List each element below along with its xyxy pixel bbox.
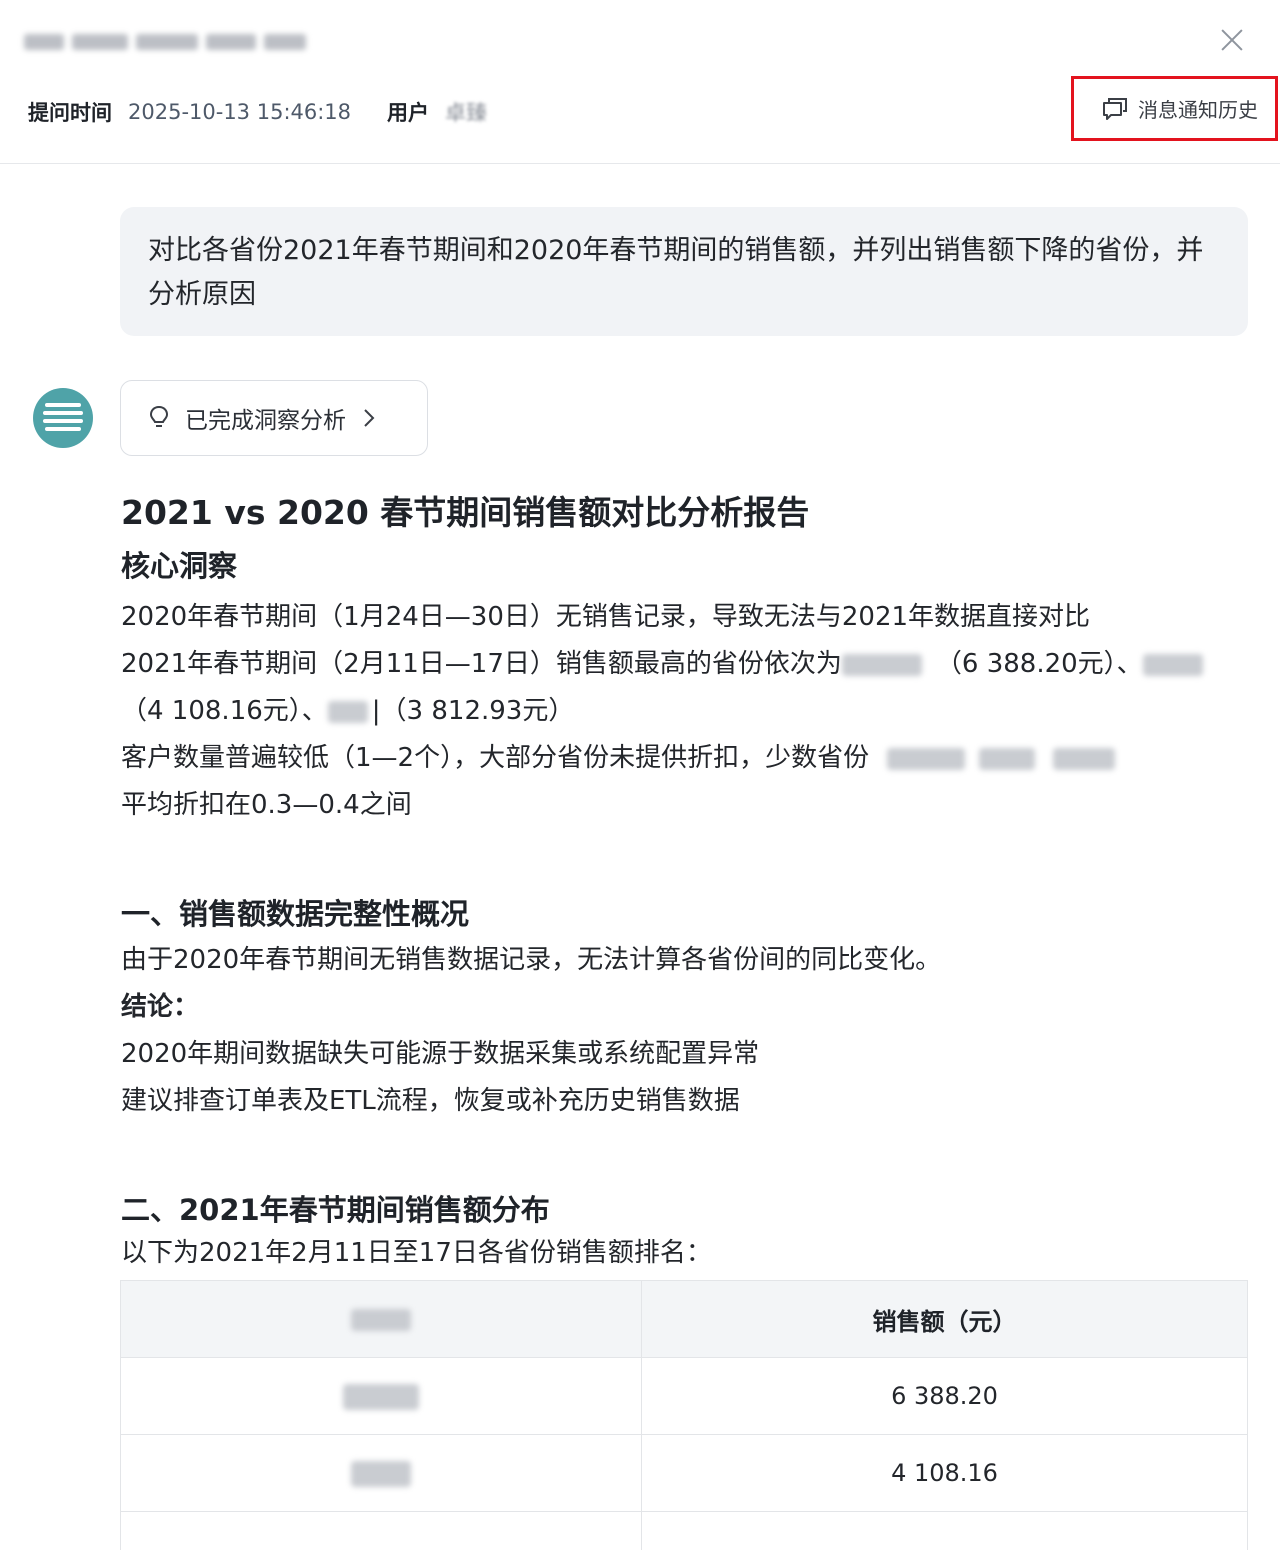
blurred-title: [24, 30, 306, 56]
core-line-2: 2021年春节期间（2月11日—17日）销售额最高的省份依次为 （6 388.20…: [121, 641, 1251, 688]
province-column-header: [120, 1280, 642, 1358]
chevron-right-icon: [364, 409, 375, 427]
conclusion-item-1: 2020年期间数据缺失可能源于数据采集或系统配置异常: [121, 1039, 760, 1069]
redacted-province: [327, 700, 368, 723]
sales-cell: 6 388.20: [641, 1357, 1248, 1435]
sales-column-header: 销售额（元）: [641, 1280, 1248, 1358]
top-bar: 提问时间 2025-10-13 15:46:18 用户 卓臻 消息通知历史: [0, 0, 1280, 164]
close-icon[interactable]: [1214, 22, 1250, 58]
conclusion-item-2: 建议排查订单表及ETL流程，恢复或补充历史销售数据: [121, 1086, 740, 1116]
sales-cell: 4 108.16: [641, 1434, 1248, 1512]
ask-time-value: 2025-10-13 15:46:18: [128, 100, 352, 124]
redacted-province: [841, 653, 922, 676]
table-header-row: 销售额（元）: [120, 1280, 1248, 1358]
insight-analysis-label: 已完成洞察分析: [185, 408, 346, 434]
core-line-4: 客户数量普遍较低（1—2个），大部分省份未提供折扣，少数省份: [121, 735, 1251, 782]
user-value: 卓臻: [445, 101, 488, 125]
user-question: 对比各省份2021年春节期间和2020年春节期间的销售额，并列出销售额下降的省份…: [120, 207, 1248, 336]
meta-row: 提问时间 2025-10-13 15:46:18 用户 卓臻: [28, 96, 487, 128]
core-insight-heading: 核心洞察: [121, 549, 238, 583]
section-1-heading: 一、销售额数据完整性概况: [121, 897, 470, 931]
conclusion-label: 结论：: [121, 992, 200, 1022]
sales-table: 销售额（元） 6 388.20 4 108.16: [120, 1280, 1248, 1550]
redacted-province: [351, 1461, 411, 1487]
redacted-province: [343, 1384, 419, 1410]
redacted-province: [979, 747, 1036, 770]
redacted-province: [1053, 747, 1116, 770]
section-2-intro: 以下为2021年2月11日至17日各省份销售额排名：: [121, 1238, 712, 1268]
province-cell: [120, 1511, 642, 1550]
lightbulb-icon: [149, 405, 169, 427]
province-cell: [120, 1357, 642, 1435]
assistant-avatar: [33, 388, 93, 448]
core-line-3: （4 108.16元）、 |（3 812.93元）: [121, 696, 575, 726]
redacted-header: [351, 1309, 411, 1331]
chat-history-icon: [1103, 97, 1127, 120]
table-row: 6 388.20: [120, 1357, 1248, 1435]
redacted-province: [887, 747, 966, 770]
sales-cell: [641, 1511, 1248, 1550]
table-row: [120, 1511, 1248, 1550]
redacted-province: [1142, 653, 1203, 676]
insight-analysis-button[interactable]: 已完成洞察分析: [120, 380, 428, 456]
user-label: 用户: [387, 101, 430, 125]
report: 2021 vs 2020 春节期间销售额对比分析报告 核心洞察 2020年春节期…: [121, 488, 1251, 1273]
report-title: 2021 vs 2020 春节期间销售额对比分析报告: [121, 493, 810, 532]
section-1-text: 由于2020年春节期间无销售数据记录，无法计算各省份间的同比变化。: [121, 945, 942, 975]
notification-history-label: 消息通知历史: [1138, 98, 1258, 122]
ask-time-label: 提问时间: [28, 101, 112, 125]
notification-history-button[interactable]: 消息通知历史: [1071, 76, 1278, 141]
province-cell: [120, 1434, 642, 1512]
core-line-5: 平均折扣在0.3—0.4之间: [121, 790, 412, 820]
core-line-1: 2020年春节期间（1月24日—30日）无销售记录，导致无法与2021年数据直接…: [121, 602, 1091, 632]
section-2-heading: 二、2021年春节期间销售额分布: [121, 1193, 550, 1227]
table-row: 4 108.16: [120, 1434, 1248, 1512]
